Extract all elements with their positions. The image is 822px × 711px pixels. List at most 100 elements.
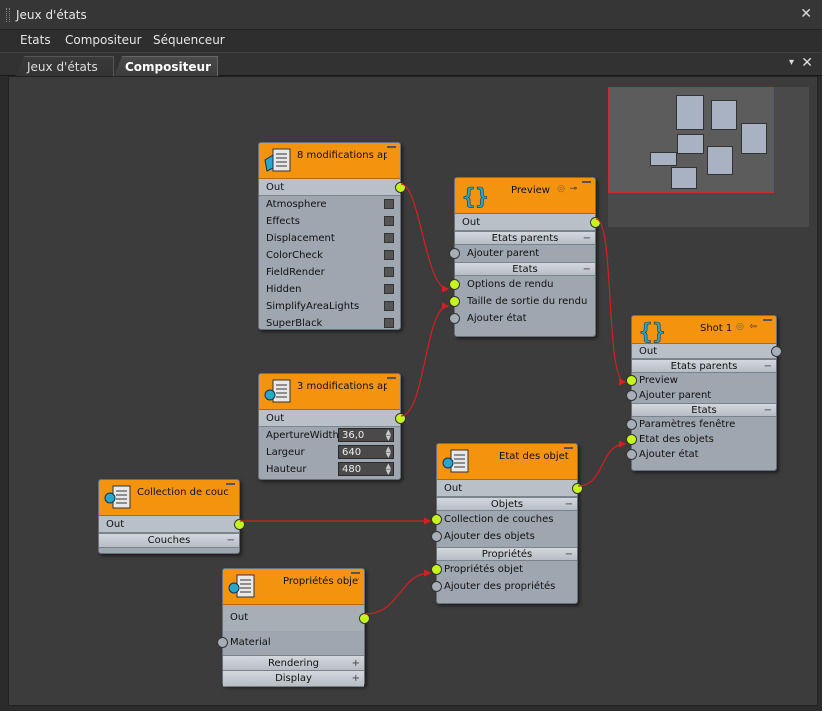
out-port[interactable] (572, 483, 583, 494)
minimap[interactable] (608, 87, 809, 227)
property-checkbox[interactable] (384, 267, 394, 277)
minimize-icon[interactable] (564, 447, 573, 450)
in-port[interactable] (431, 581, 442, 592)
collapse-icon[interactable]: − (565, 548, 573, 561)
title-bar[interactable]: Jeux d'états ✕ (0, 0, 822, 30)
section-couches[interactable]: Couches − (99, 533, 239, 548)
expand-icon[interactable]: + (352, 656, 360, 671)
in-port[interactable] (626, 449, 637, 460)
section-rendering[interactable]: Rendering + (223, 655, 364, 671)
menu-compositeur[interactable]: Compositeur (65, 33, 142, 47)
minimize-icon[interactable] (387, 377, 396, 380)
collapse-icon[interactable]: − (227, 534, 235, 547)
node-8-modifications[interactable]: 8 modifications ap... Out Atmosphere Eff… (258, 142, 406, 330)
node-preview[interactable]: {} Preview ◎ ⊸ Out Etats parents − Ajoute… (449, 177, 601, 337)
tab-dropdown-icon[interactable]: ▾ (789, 57, 794, 68)
render-target-icon[interactable]: ◎ (736, 322, 744, 332)
node-header[interactable]: Propriétés objet (223, 569, 364, 605)
property-checkbox[interactable] (384, 216, 394, 226)
node-shot-1[interactable]: {} Shot 1 ◎ ⇦ Out Etats parents − Preview… (626, 315, 782, 471)
in-port[interactable] (217, 637, 228, 648)
in-port[interactable] (449, 279, 460, 290)
drag-grip-icon[interactable] (6, 8, 10, 22)
spinner-arrows-icon[interactable]: ▲ ▼ (386, 446, 391, 459)
node-etat-des-objets[interactable]: Etat des objets Out Objets − Collection d… (431, 443, 583, 604)
out-port[interactable] (590, 217, 601, 228)
node-header[interactable]: 8 modifications ap... (259, 143, 400, 179)
out-port[interactable] (359, 613, 370, 624)
spinner-arrows-icon[interactable]: ▲ ▼ (386, 463, 391, 476)
property-checkbox[interactable] (384, 284, 394, 294)
out-label: Out (639, 346, 658, 357)
tab-jeux-etats-1[interactable]: Jeux d'états 1 (16, 56, 114, 77)
in-port[interactable] (449, 248, 460, 259)
in-port[interactable] (626, 419, 637, 430)
node-header[interactable]: {} Preview ◎ ⊸ (455, 178, 595, 214)
collapse-icon[interactable]: − (764, 404, 772, 417)
node-header[interactable]: Etat des objets (437, 444, 577, 480)
height-spinner[interactable]: 480 ▲ ▼ (338, 462, 394, 476)
width-spinner[interactable]: 640 ▲ ▼ (338, 445, 394, 459)
in-port[interactable] (449, 313, 460, 324)
property-row: ColorCheck (259, 247, 400, 264)
minimize-icon[interactable] (351, 572, 360, 575)
out-port[interactable] (234, 519, 245, 530)
node-proprietes-objet[interactable]: Propriétés objet Out Material Rendering +… (217, 568, 370, 687)
in-port[interactable] (626, 434, 637, 445)
minimap-node (707, 146, 733, 175)
aperture-width-spinner[interactable]: 36,0 ▲ ▼ (338, 428, 394, 442)
node-header[interactable]: Collection de couc... (99, 480, 239, 516)
minimize-icon[interactable] (582, 181, 591, 184)
minimize-icon[interactable] (763, 319, 772, 322)
property-checkbox[interactable] (384, 199, 394, 209)
collapse-icon[interactable]: − (764, 360, 772, 373)
input-label: Ajouter parent (467, 248, 540, 259)
section-display[interactable]: Display + (223, 671, 364, 687)
property-checkbox[interactable] (384, 233, 394, 243)
out-port[interactable] (395, 182, 406, 193)
section-objets[interactable]: Objets − (437, 497, 577, 511)
out-port[interactable] (395, 413, 406, 424)
property-checkbox[interactable] (384, 301, 394, 311)
tab-close-icon[interactable]: ✕ (801, 55, 813, 71)
property-label: Hauteur (266, 464, 307, 475)
collapse-icon[interactable]: − (583, 263, 591, 276)
in-port[interactable] (431, 514, 442, 525)
collapse-icon[interactable]: − (565, 498, 573, 511)
pin-icon[interactable]: ⊸ (569, 184, 577, 194)
tab-compositeur-1[interactable]: Compositeur 1 (114, 56, 218, 77)
collapse-icon[interactable]: − (583, 232, 591, 245)
section-etats-parents[interactable]: Etats parents − (632, 359, 776, 373)
menu-etats[interactable]: Etats (20, 33, 51, 47)
node-collection-de-couches[interactable]: Collection de couc... Out Couches − (98, 479, 245, 554)
input-label: Paramètres fenêtre (639, 419, 736, 430)
node-header[interactable]: {} Shot 1 ◎ ⇦ (632, 316, 776, 345)
in-port[interactable] (431, 564, 442, 575)
in-port[interactable] (449, 296, 460, 307)
property-label: FieldRender (266, 267, 325, 278)
section-etats-parents[interactable]: Etats parents − (455, 231, 595, 245)
in-port[interactable] (431, 531, 442, 542)
property-checkbox[interactable] (384, 318, 394, 328)
out-port[interactable] (771, 346, 782, 357)
window-close-icon[interactable]: ✕ (800, 6, 812, 22)
minimize-icon[interactable] (226, 483, 235, 486)
pin-icon[interactable]: ⇦ (749, 322, 757, 332)
minimize-icon[interactable] (387, 146, 396, 149)
section-title: Propriétés (481, 549, 533, 560)
in-port[interactable] (626, 375, 637, 386)
expand-icon[interactable]: + (352, 671, 360, 686)
node-3-modifications[interactable]: 3 modifications ap... Out ApertureWidth … (258, 373, 406, 480)
section-etats[interactable]: Etats − (632, 403, 776, 417)
section-etats[interactable]: Etats − (455, 262, 595, 276)
node-header[interactable]: 3 modifications ap... (259, 374, 400, 410)
in-port[interactable] (626, 390, 637, 401)
canvas-bottom-edge (0, 706, 822, 711)
spinner-arrows-icon[interactable]: ▲ ▼ (386, 429, 391, 442)
property-checkbox[interactable] (384, 250, 394, 260)
section-proprietes[interactable]: Propriétés − (437, 547, 577, 561)
out-row: Out (437, 480, 583, 497)
menu-sequenceur[interactable]: Séquenceur (153, 33, 225, 47)
render-target-icon[interactable]: ◎ (557, 184, 565, 194)
minimap-node (741, 123, 767, 154)
